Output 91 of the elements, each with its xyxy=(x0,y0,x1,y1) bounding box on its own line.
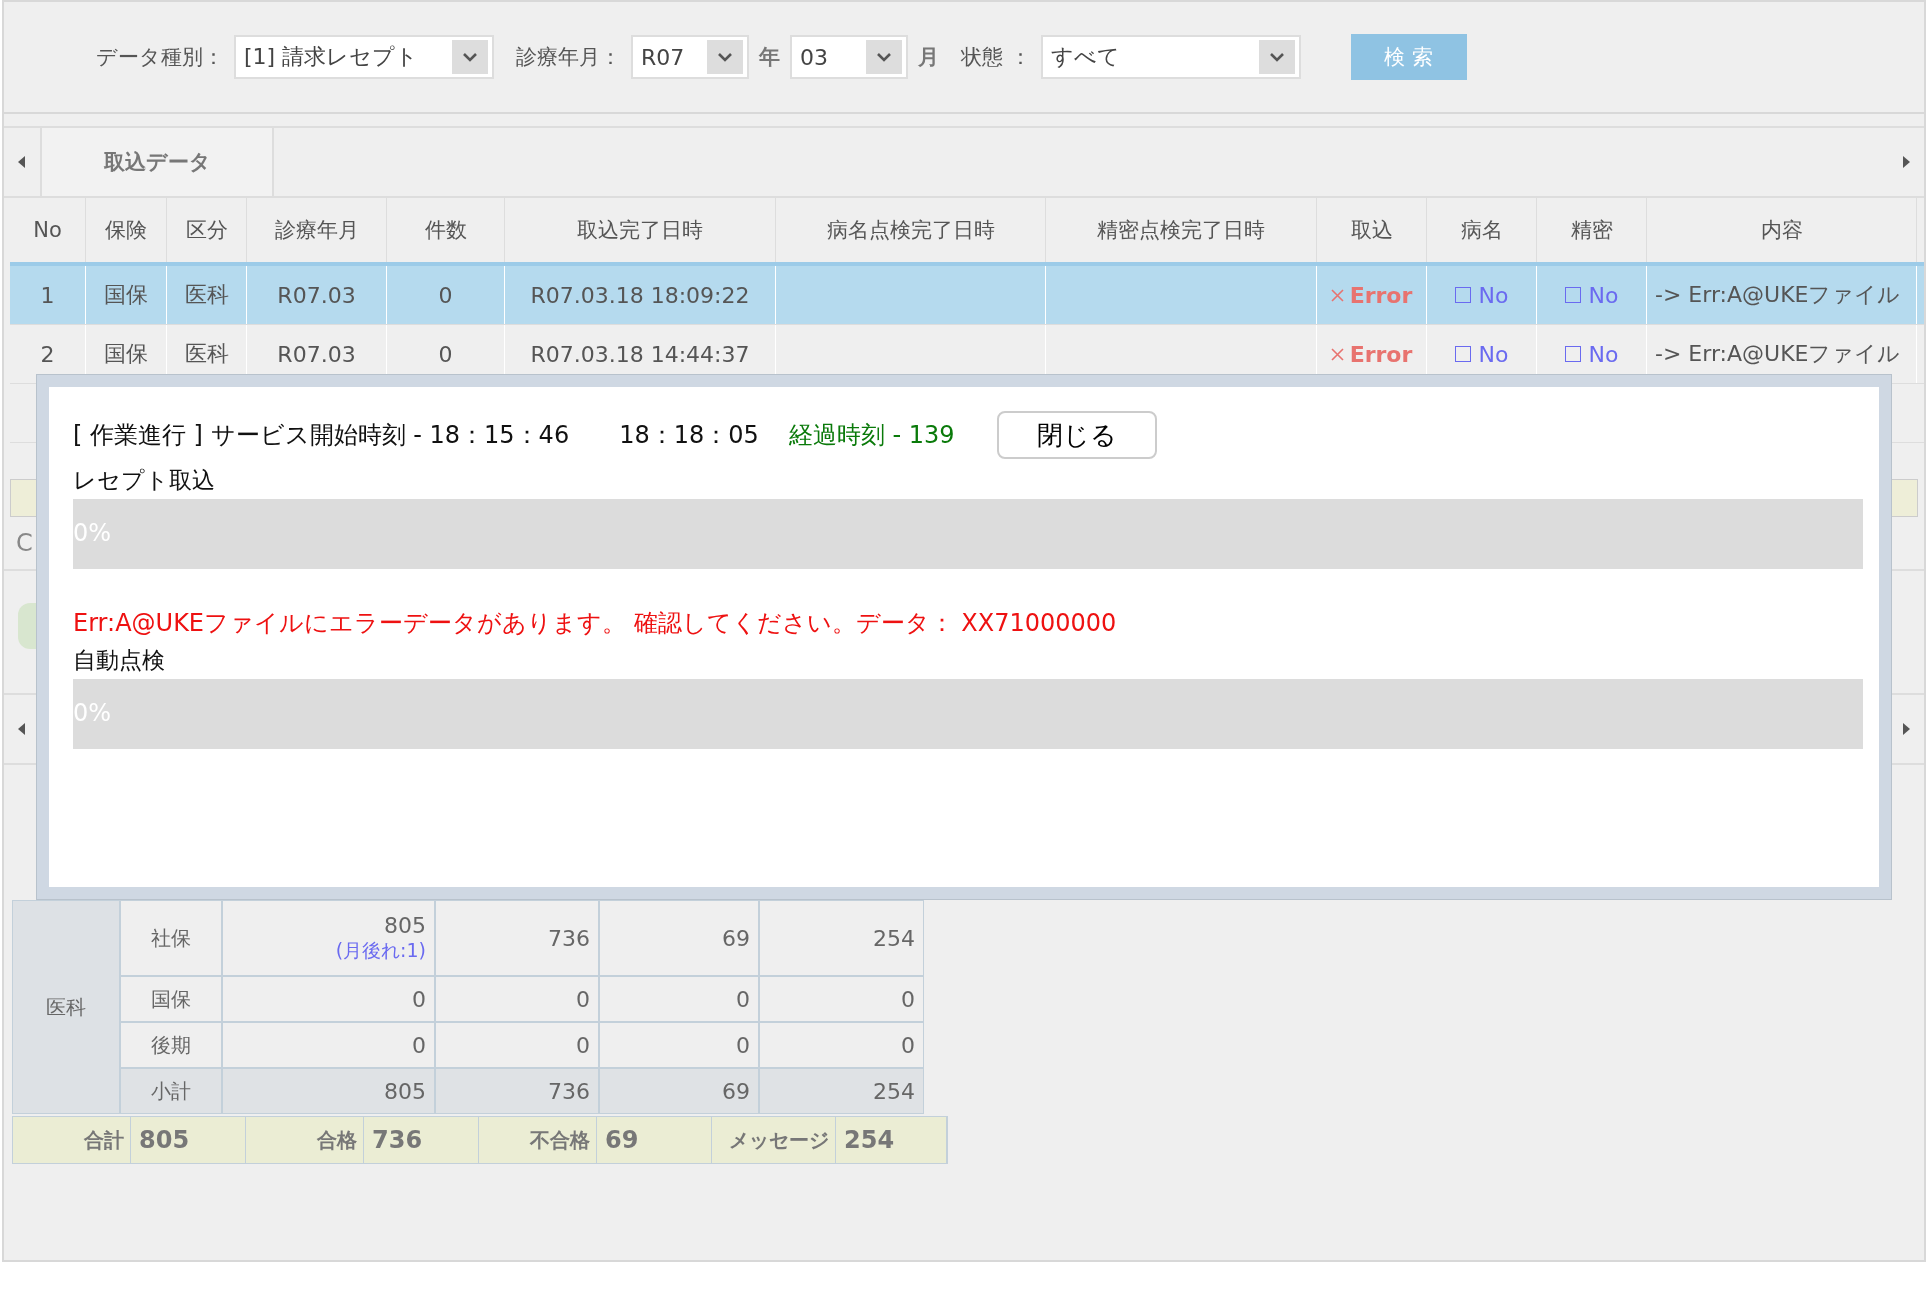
table-cell: 0 xyxy=(438,282,453,308)
row-label: 小計 xyxy=(120,1068,222,1114)
column-header: 区分 xyxy=(167,198,247,262)
table-cell: 0 xyxy=(901,1032,915,1058)
table-cell: R07.03.18 14:44:37 xyxy=(530,341,750,367)
scroll-left-icon[interactable] xyxy=(18,156,26,168)
row-label: 社保 xyxy=(120,900,222,976)
cross-icon xyxy=(1330,347,1344,361)
current-time: 18：18：05 xyxy=(619,420,759,451)
table-cell: 0 xyxy=(576,986,590,1012)
table-cell: 736 xyxy=(548,1078,590,1104)
column-header: 病名 xyxy=(1427,198,1537,262)
column-header: 件数 xyxy=(387,198,505,262)
filter-label: データ種別： xyxy=(96,44,224,71)
total-value: 736 xyxy=(364,1117,479,1163)
filter-label: 診療年月： xyxy=(516,44,621,71)
column-header: 病名点検完了日時 xyxy=(776,198,1046,262)
chevron-down-icon xyxy=(717,52,733,62)
table-cell-text: -> Err:A@UKEファイル xyxy=(1655,340,1901,368)
dropdown[interactable]: R07 xyxy=(631,35,749,79)
table-cell: 0 xyxy=(901,986,915,1012)
table-cell: 0 xyxy=(412,1032,426,1058)
late-note: (月後れ:1) xyxy=(335,937,426,963)
cross-icon xyxy=(1330,288,1344,302)
table-cell: R07.03.18 18:09:22 xyxy=(530,282,750,308)
checkbox[interactable]: No xyxy=(1454,282,1509,308)
column-header: 取込 xyxy=(1317,198,1427,262)
column-header: No xyxy=(10,198,86,262)
row-label: 後期 xyxy=(120,1022,222,1068)
chevron-down-icon xyxy=(462,52,478,62)
checkbox[interactable]: No xyxy=(1454,341,1509,367)
table-cell: 0 xyxy=(736,1032,750,1058)
status-label: Error xyxy=(1330,341,1413,367)
unit-label: 月 xyxy=(918,44,939,71)
table-cell: 254 xyxy=(873,1078,915,1104)
table-cell: 805 xyxy=(384,1078,426,1104)
close-button[interactable]: 閉じる xyxy=(996,411,1157,459)
table-cell: 736 xyxy=(548,925,590,951)
table-cell: 1 xyxy=(40,282,55,308)
table-cell-text: 医科 xyxy=(184,281,229,309)
table-cell: 2 xyxy=(40,341,55,367)
status-text: [ 作業進行 ] サービス開始時刻 - 18：15：46 xyxy=(73,420,570,451)
table-cell-text: 医科 xyxy=(184,340,229,368)
total-label: 合計 xyxy=(13,1117,131,1163)
toolbar-text: C xyxy=(16,529,33,557)
unit-label: 年 xyxy=(759,44,780,71)
table-cell-text: -> Err:A@UKEファイル xyxy=(1655,281,1901,309)
column-header: 精密点検完了日時 xyxy=(1046,198,1317,262)
row-label: 国保 xyxy=(120,976,222,1022)
table-cell: 0 xyxy=(438,341,453,367)
total-value: 254 xyxy=(836,1117,947,1163)
table-row[interactable]: 1 国保 医科 R07.03 0 R07.03.18 18:09:22 Error No No -> Err:A@UKEファイル xyxy=(10,266,1924,325)
row-header: 医科 xyxy=(12,900,120,1114)
total-label: 不合格 xyxy=(479,1117,597,1163)
table-cell: 0 xyxy=(412,986,426,1012)
tab[interactable]: 取込データ xyxy=(40,128,274,196)
status-label: Error xyxy=(1330,282,1413,308)
table-cell: R07.03 xyxy=(277,341,356,367)
table-cell: R07.03 xyxy=(277,282,356,308)
total-label: メッセージ xyxy=(712,1117,836,1163)
chevron-down-icon xyxy=(876,52,892,62)
dropdown[interactable]: 03 xyxy=(790,35,908,79)
table-cell: 0 xyxy=(736,986,750,1012)
task-label: 自動点検 xyxy=(73,646,166,675)
elapsed-time: 経過時刻 - 139 xyxy=(788,420,955,451)
table-cell-text: 国保 xyxy=(104,340,148,368)
table-cell: 69 xyxy=(722,925,750,951)
column-header: 内容 xyxy=(1647,198,1917,262)
task-label: レセプト取込 xyxy=(73,466,216,495)
scroll-left-icon[interactable] xyxy=(18,723,26,735)
table-cell: 254 xyxy=(873,925,915,951)
table-cell: 805 xyxy=(384,912,426,938)
column-header: 精密 xyxy=(1537,198,1647,262)
column-header: 取込完了日時 xyxy=(505,198,776,262)
dropdown[interactable]: すべて xyxy=(1040,35,1301,79)
error-message: Err:A@UKEファイルにエラーデータがあります。 確認してください。データ： XX71000000 xyxy=(73,608,1118,639)
table-cell: 69 xyxy=(722,1078,750,1104)
total-label: 合格 xyxy=(246,1117,364,1163)
table-cell-text: 国保 xyxy=(104,281,148,309)
total-value: 69 xyxy=(597,1117,712,1163)
scroll-right-icon[interactable] xyxy=(1902,723,1910,735)
checkbox[interactable]: No xyxy=(1564,282,1619,308)
scroll-right-icon[interactable] xyxy=(1902,156,1910,168)
column-header: 診療年月 xyxy=(247,198,387,262)
total-value: 805 xyxy=(131,1117,246,1163)
checkbox[interactable]: No xyxy=(1564,341,1619,367)
dropdown[interactable]: [1] 請求レセプト xyxy=(234,35,494,79)
column-header: 保険 xyxy=(86,198,167,262)
chevron-down-icon xyxy=(1268,52,1285,62)
filter-label: 状態 ： xyxy=(961,44,1031,71)
table-cell: 0 xyxy=(576,1032,590,1058)
